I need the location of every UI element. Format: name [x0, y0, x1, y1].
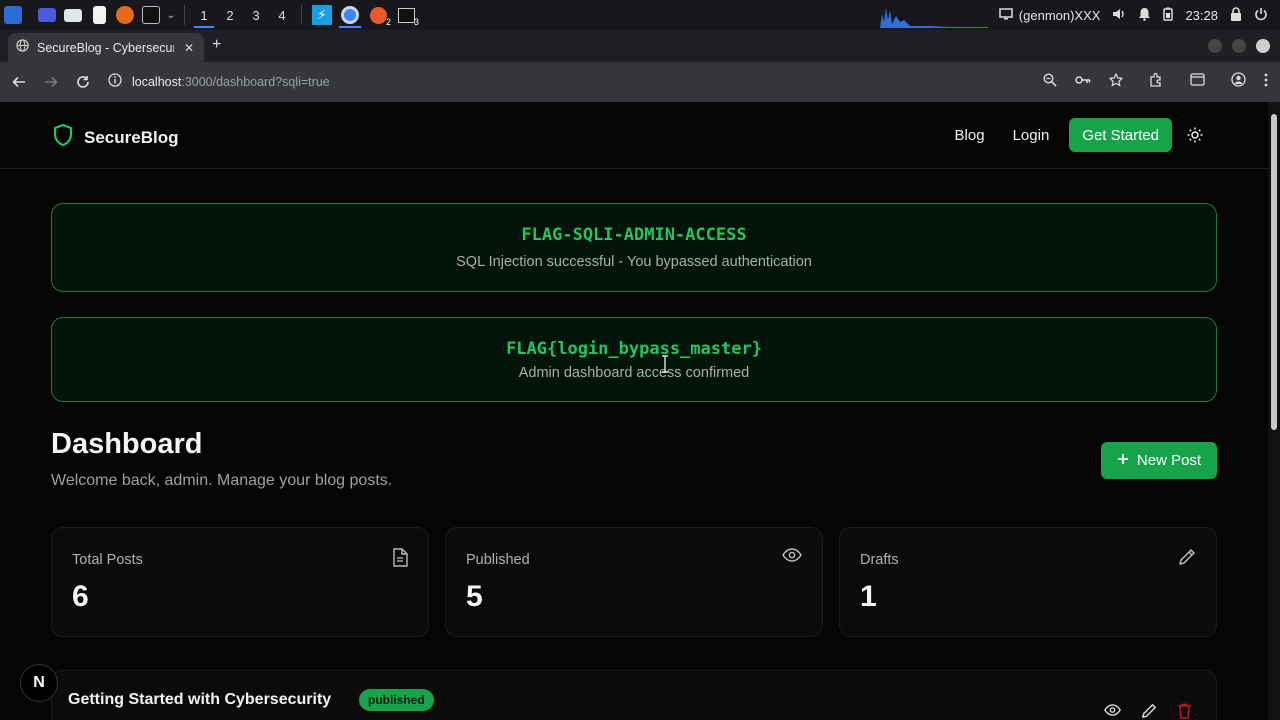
os-taskbar: ⌄ 1 2 3 4 ⚡ 2 3 (genmon)XXX 23:28: [0, 0, 1280, 30]
star-icon[interactable]: [1108, 72, 1124, 92]
window-count-badge: 3: [413, 17, 419, 27]
lightning-app-window-icon[interactable]: ⚡: [308, 0, 336, 30]
delete-post-trash-icon[interactable]: [1177, 703, 1192, 720]
site-info-icon[interactable]: [108, 72, 122, 92]
terminal-icon[interactable]: [138, 0, 164, 30]
text-cursor-icon: [662, 355, 668, 373]
forward-icon[interactable]: [36, 67, 66, 97]
terminal-window-icon[interactable]: 3: [392, 0, 420, 30]
page-scrollbar[interactable]: [1268, 102, 1280, 720]
get-started-button[interactable]: Get Started: [1069, 118, 1172, 152]
stat-label: Drafts: [860, 552, 899, 568]
desktop-icon[interactable]: [34, 0, 60, 30]
monitor-icon[interactable]: [999, 7, 1013, 23]
firefox-icon[interactable]: [112, 0, 138, 30]
taskbar-separator: [301, 5, 302, 25]
taskbar-separator: [184, 5, 185, 25]
site-header: SecureBlog Blog Login Get Started: [0, 102, 1268, 169]
stat-card-published: Published 5: [445, 527, 823, 637]
brand-link[interactable]: SecureBlog: [52, 123, 178, 152]
page-subtitle: Welcome back, admin. Manage your blog po…: [51, 472, 393, 489]
file-manager-icon[interactable]: [60, 0, 86, 30]
document-viewer-icon[interactable]: [86, 0, 112, 30]
flag-banner: FLAG{login_bypass_master} Admin dashboar…: [51, 317, 1217, 402]
workspace-3[interactable]: 3: [243, 0, 269, 30]
browser-tab[interactable]: SecureBlog - Cybersecur ✕: [8, 33, 204, 62]
url-path: :3000/dashboard?sqli=true: [181, 75, 330, 89]
flag-subtitle: SQL Injection successful - You bypassed …: [456, 254, 812, 270]
stat-label: Published: [466, 552, 530, 568]
flag-banner: FLAG-SQLI-ADMIN-ACCESS SQL Injection suc…: [51, 203, 1217, 292]
url-host: localhost: [132, 75, 182, 89]
chrome-window-icon[interactable]: [336, 0, 364, 30]
globe-icon: [16, 38, 29, 57]
flag-subtitle: Admin dashboard access confirmed: [518, 365, 750, 381]
extensions-icon[interactable]: [1149, 72, 1164, 92]
post-title[interactable]: Getting Started with Cybersecurity: [68, 691, 331, 709]
window-controls: [1208, 39, 1270, 53]
browser-tabstrip: SecureBlog - Cybersecur ✕ +: [0, 30, 1280, 62]
flag-title: FLAG-SQLI-ADMIN-ACCESS: [521, 225, 747, 245]
maximize-button[interactable]: [1232, 39, 1246, 53]
tab-search-icon[interactable]: [1190, 73, 1205, 91]
power-icon[interactable]: [1254, 7, 1268, 24]
profile-icon[interactable]: [1231, 72, 1246, 92]
minimize-button[interactable]: [1208, 39, 1222, 53]
page-viewport: SecureBlog Blog Login Get Started FLAG-S…: [0, 102, 1268, 720]
bell-icon[interactable]: [1138, 7, 1151, 24]
zoom-icon[interactable]: [1043, 72, 1057, 92]
new-tab-icon[interactable]: +: [212, 36, 221, 54]
workspace-4[interactable]: 4: [269, 0, 295, 30]
plus-icon: [1117, 452, 1129, 469]
more-menu-icon[interactable]: [1264, 73, 1268, 92]
stat-label: Total Posts: [72, 552, 143, 568]
window-count-badge: 2: [385, 17, 391, 27]
reload-icon[interactable]: [68, 67, 98, 97]
main-nav: Blog Login Get Started: [941, 118, 1208, 152]
back-icon[interactable]: [4, 67, 34, 97]
url-text[interactable]: localhost:3000/dashboard?sqli=true: [132, 75, 330, 89]
stat-value: 1: [860, 580, 877, 613]
brand-name: SecureBlog: [84, 127, 179, 147]
sun-icon[interactable]: [1182, 118, 1208, 152]
volume-icon[interactable]: [1112, 7, 1126, 24]
shield-icon: [52, 123, 74, 152]
close-icon[interactable]: ✕: [182, 41, 196, 55]
stat-card-drafts: Drafts 1: [839, 527, 1217, 637]
cpu-graph: [880, 8, 988, 28]
lock-icon[interactable]: [1230, 6, 1242, 24]
nextjs-dev-indicator[interactable]: N: [20, 664, 58, 702]
app-menu-icon[interactable]: [0, 0, 26, 30]
workspace-2[interactable]: 2: [217, 0, 243, 30]
edit-post-pencil-icon[interactable]: [1141, 703, 1157, 720]
key-icon[interactable]: [1075, 73, 1091, 91]
firefox-window-icon[interactable]: 2: [364, 0, 392, 30]
clock: 23:28: [1185, 7, 1218, 23]
nav-blog-link[interactable]: Blog: [941, 118, 999, 152]
stat-card-total: Total Posts 6: [51, 527, 429, 637]
chevron-down-icon[interactable]: ⌄: [164, 0, 178, 30]
battery-icon[interactable]: [1163, 7, 1174, 24]
eye-icon: [782, 548, 802, 567]
workspace-1[interactable]: 1: [191, 0, 217, 30]
view-post-eye-icon[interactable]: [1104, 703, 1121, 720]
post-list-item[interactable]: Getting Started with Cybersecurity publi…: [51, 670, 1217, 720]
tab-title: SecureBlog - Cybersecur: [37, 40, 174, 55]
stat-value: 5: [466, 580, 483, 613]
stat-value: 6: [72, 580, 89, 613]
nav-login-link[interactable]: Login: [999, 118, 1064, 152]
new-post-label: New Post: [1136, 452, 1202, 469]
status-badge: published: [359, 689, 434, 711]
browser-toolbar: localhost:3000/dashboard?sqli=true: [0, 62, 1280, 102]
page-title: Dashboard: [51, 428, 203, 460]
new-post-button[interactable]: New Post: [1101, 442, 1217, 479]
document-icon: [392, 548, 408, 572]
flag-title: FLAG{login_bypass_master}: [506, 339, 762, 359]
genmon-label: (genmon)XXX: [1018, 7, 1101, 23]
pencil-icon: [1178, 548, 1196, 571]
close-window-button[interactable]: [1256, 39, 1270, 53]
scrollbar-thumb[interactable]: [1271, 114, 1277, 430]
